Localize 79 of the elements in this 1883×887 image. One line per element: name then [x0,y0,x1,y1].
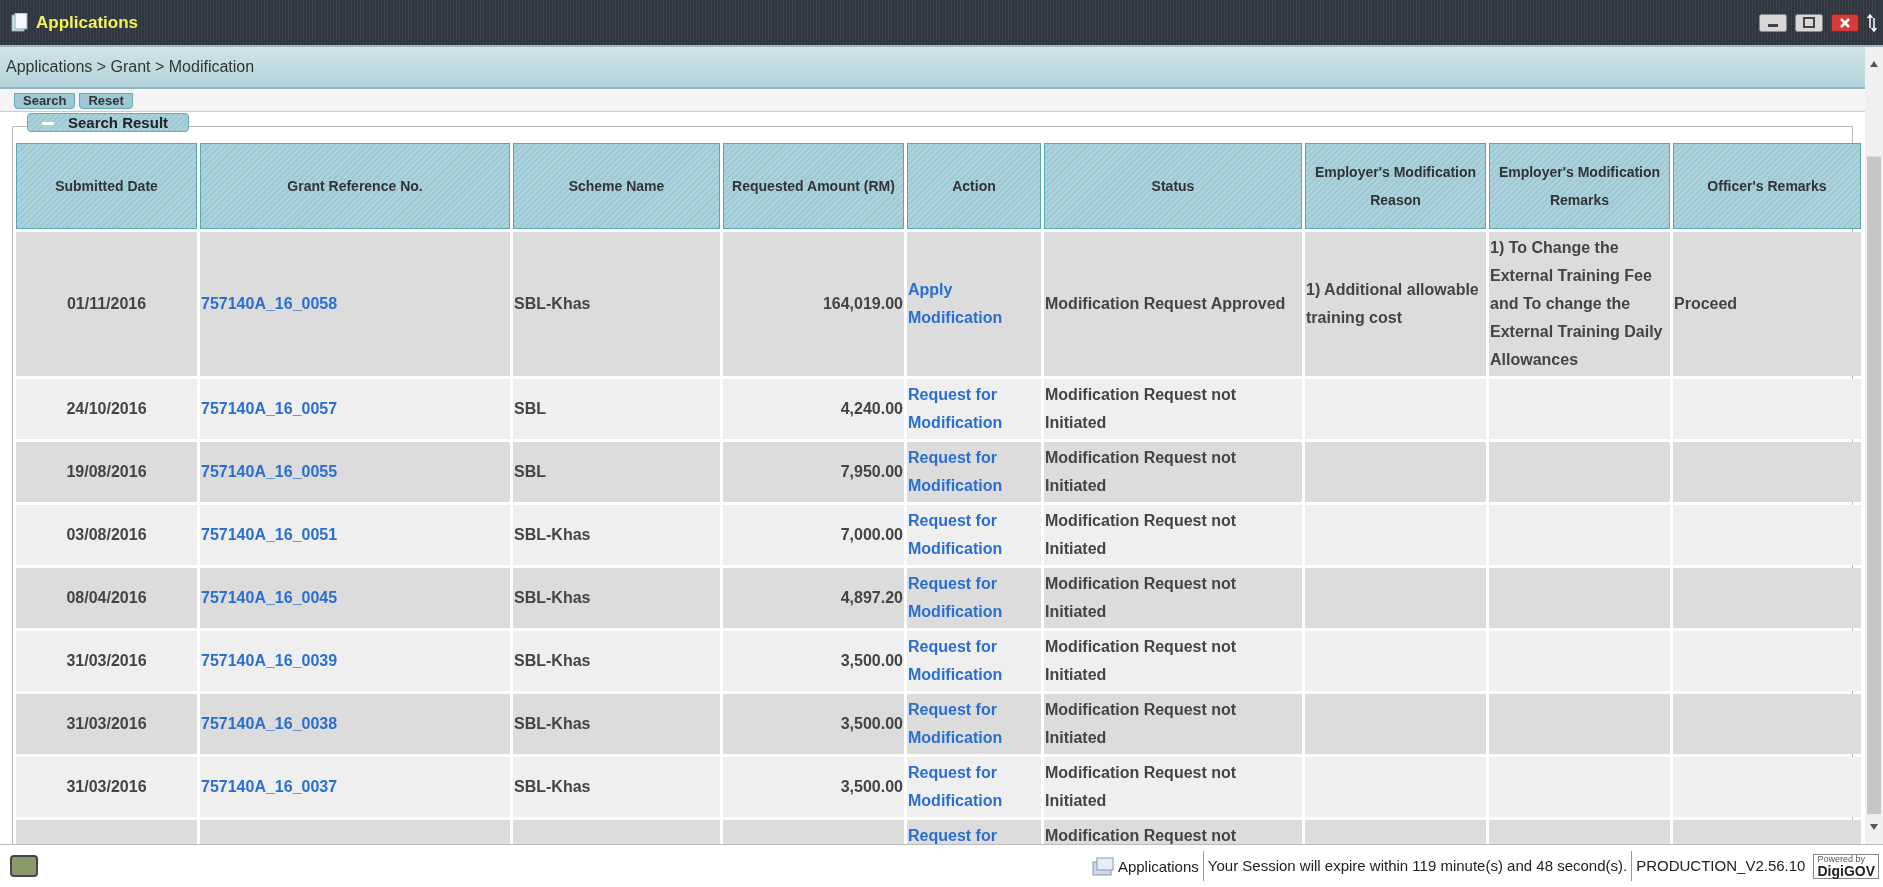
table-cell: 3,500.00 [723,757,904,817]
column-header: Officer's Remarks [1673,143,1861,229]
table-cell: SBL [513,442,720,502]
table-cell: Modification Request not Initiated [1044,379,1302,439]
table-cell: Modification Request not Initiated [1044,568,1302,628]
table-cell: 31/03/2016 [16,757,197,817]
close-icon[interactable] [1831,13,1859,32]
table-cell: 7,950.00 [723,442,904,502]
table-cell: 08/04/2016 [16,568,197,628]
table-cell: 3,500.00 [723,694,904,754]
column-header: Grant Reference No. [200,143,510,229]
document-icon [10,12,28,33]
action-link[interactable]: Request for Modification [908,696,1040,752]
search-button[interactable]: Search [14,93,76,109]
window-title: Applications [36,12,139,33]
action-link[interactable]: Request for Modification [908,381,1040,437]
search-result-toggle[interactable]: Search Result [27,113,190,132]
action-link[interactable]: Apply Modification [908,276,1040,332]
reference-link[interactable]: 757140A_16_0037 [201,773,338,801]
table-cell: Proceed [1673,232,1861,376]
table-cell: 164,019.00 [723,232,904,376]
version-label: PRODUCTION_V2.56.10 [1631,851,1810,881]
reference-link[interactable]: 757140A_16_0057 [201,395,338,423]
column-header: Status [1044,143,1302,229]
column-header: Scheme Name [513,143,720,229]
table-cell: 7,000.00 [723,505,904,565]
table-cell: Modification Request not Initiated [1044,631,1302,691]
table-cell: Modification Request not [1044,820,1302,844]
column-header: Employer's Modification Reason [1305,143,1486,229]
action-link[interactable]: Request for Modification [908,759,1040,815]
table-cell: 31/03/2016 [16,694,197,754]
table-cell: SBL [513,379,720,439]
table-cell: 19/08/2016 [16,442,197,502]
breadcrumb: Applications > Grant > Modification [0,47,1865,89]
column-header: Action [907,143,1041,229]
minimize-icon[interactable] [1759,13,1787,32]
reference-link[interactable]: 757140A_16_0055 [201,458,338,486]
table-cell: SBL-Khas [513,232,720,376]
powered-by-logo: Powered by DigiGOV [1813,853,1879,879]
table-cell: Modification Request not Initiated [1044,505,1302,565]
action-link[interactable]: Request for [908,822,997,844]
table-cell: 1) Additional allowable training cost [1305,232,1486,376]
app-label: Applications [1116,857,1200,875]
table-cell: SBL-Khas [513,505,720,565]
sort-arrows-icon[interactable] [1867,13,1877,32]
table-cell: 03/08/2016 [16,505,197,565]
table-cell: 1) To Change the External Training Fee and To change the External Training Daily Allowances [1489,232,1670,376]
action-link[interactable]: Request for Modification [908,633,1040,689]
table-cell: SBL-Khas [513,568,720,628]
column-header: Requested Amount (RM) [723,143,904,229]
table-cell: 24/10/2016 [16,379,197,439]
column-header: Employer's Modification Remarks [1489,143,1670,229]
scrollbar[interactable] [1865,47,1883,844]
table-cell: Modification Request not Initiated [1044,694,1302,754]
screen-icon[interactable] [10,855,38,877]
table-cell: 31/03/2016 [16,631,197,691]
reference-link[interactable]: 757140A_16_0038 [201,710,338,738]
table-cell: SBL-Khas [513,694,720,754]
table-cell: Modification Request not Initiated [1044,757,1302,817]
table-cell: SBL-Khas [513,631,720,691]
action-link[interactable]: Request for Modification [908,444,1040,500]
table-cell: Modification Request Approved [1044,232,1302,376]
reference-link[interactable]: 757140A_16_0039 [201,647,338,675]
maximize-icon[interactable] [1795,13,1823,32]
table-cell: 4,897.20 [723,568,904,628]
column-header: Submitted Date [16,143,197,229]
reference-link[interactable]: 757140A_16_0058 [201,290,338,318]
reset-button[interactable]: Reset [79,93,133,109]
table-cell: Modification Request not Initiated [1044,442,1302,502]
table-cell: SBL-Khas [513,757,720,817]
reference-link[interactable]: 757140A_16_0045 [201,584,338,612]
table-cell: 01/11/2016 [16,232,197,376]
action-link[interactable]: Request for Modification [908,570,1040,626]
session-message: Your Session will expire within 119 minute(s) and 48 second(s). [1202,851,1632,881]
table-cell: 4,240.00 [723,379,904,439]
reference-link[interactable]: 757140A_16_0051 [201,521,338,549]
window-icon [1091,856,1114,876]
action-link[interactable]: Request for Modification [908,507,1040,563]
table-cell: 3,500.00 [723,631,904,691]
